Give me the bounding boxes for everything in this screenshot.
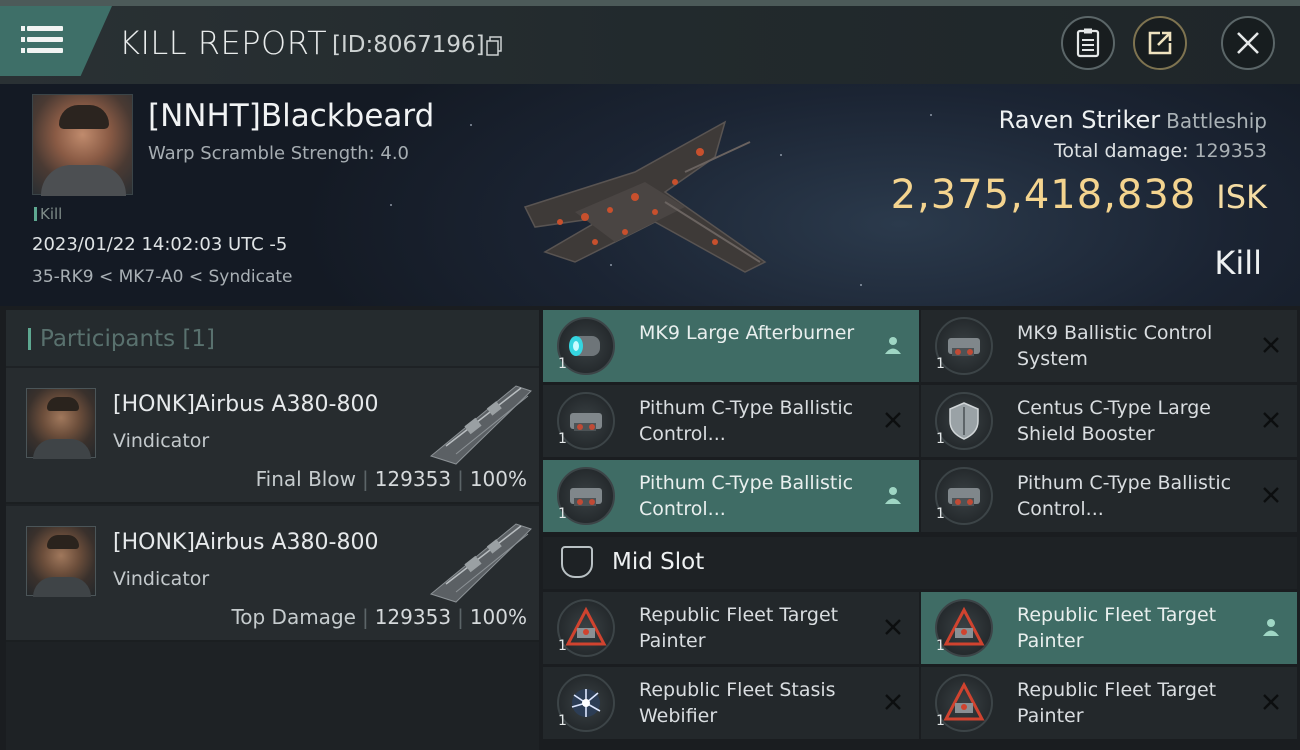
participant-portrait[interactable] — [26, 526, 96, 597]
participant-row[interactable]: [HONK]Airbus A380-800 Vindicator Top Dam… — [6, 506, 539, 642]
victim-ship-name: Raven Striker — [998, 106, 1161, 134]
report-icon — [1076, 28, 1100, 58]
close-icon — [1237, 32, 1259, 54]
destroyed-x-icon — [885, 619, 901, 635]
isk-amount: 2,375,418,838 — [890, 172, 1197, 218]
participants-count: [1] — [182, 326, 216, 352]
module-quantity: 1 — [558, 356, 567, 372]
module-name: Pithum C-Type Ballistic Control... — [639, 472, 854, 520]
destroyed-x-icon — [1263, 487, 1279, 503]
participant-ship-image — [429, 523, 532, 603]
destroyed-x-icon — [1263, 694, 1279, 710]
module-name: MK9 Ballistic Control System — [1017, 322, 1213, 370]
total-damage-label: Total damage: — [1054, 140, 1189, 162]
module-item[interactable]: 1 Pithum C-Type Ballistic Control... — [543, 385, 919, 457]
victim-ship[interactable]: Raven Striker Battleship — [999, 106, 1267, 134]
person-icon — [1263, 619, 1279, 636]
copy-icon[interactable] — [486, 36, 502, 56]
participant-percent: 100% — [469, 605, 527, 629]
module-name: Pithum C-Type Ballistic Control... — [1017, 472, 1232, 520]
destroyed-x-icon — [885, 412, 901, 428]
module-quantity: 1 — [936, 713, 945, 729]
share-button[interactable] — [1133, 16, 1187, 70]
module-item[interactable]: 1 Republic Fleet Stasis Webifier — [543, 667, 919, 739]
header-top-line — [0, 0, 1300, 6]
mid-slot-label: Mid Slot — [612, 549, 705, 575]
participant-ship-image — [429, 385, 532, 465]
module-item[interactable]: 1 Pithum C-Type Ballistic Control... — [921, 460, 1297, 532]
module-quantity: 1 — [936, 356, 945, 372]
module-quantity: 1 — [558, 506, 567, 522]
module-item[interactable]: 1 MK9 Ballistic Control System — [921, 310, 1297, 382]
module-item[interactable]: 1 MK9 Large Afterburner — [543, 310, 919, 382]
participants-header[interactable]: Participants [1] — [6, 310, 539, 366]
module-name: Republic Fleet Target Painter — [1017, 604, 1217, 652]
participant-ship: Vindicator — [113, 430, 210, 452]
module-quantity: 1 — [558, 431, 567, 447]
module-name: Republic Fleet Target Painter — [1017, 679, 1217, 727]
kill-location: 35-RK9 < MK7-A0 < Syndicate — [32, 267, 293, 287]
module-quantity: 1 — [936, 638, 945, 654]
header-bar: KILL REPORT [ID:8067196] — [0, 0, 1300, 84]
participant-percent: 100% — [469, 467, 527, 491]
module-quantity: 1 — [936, 431, 945, 447]
victim-ship-class: Battleship — [1166, 109, 1267, 133]
kill-result: Kill — [1214, 244, 1262, 282]
share-icon — [1148, 31, 1172, 55]
victim-portrait[interactable] — [32, 94, 133, 196]
module-item[interactable]: 1 Republic Fleet Target Painter — [921, 592, 1297, 664]
module-quantity: 1 — [558, 713, 567, 729]
destroyed-x-icon — [885, 694, 901, 710]
module-quantity: 1 — [936, 506, 945, 522]
module-quantity: 1 — [558, 638, 567, 654]
module-name: MK9 Large Afterburner — [639, 322, 855, 344]
mid-slot-header: Mid Slot — [543, 537, 1297, 589]
isk-unit: ISK — [1216, 178, 1267, 216]
total-damage: Total damage: 129353 — [1054, 140, 1267, 162]
victim-ship-image[interactable] — [515, 112, 785, 282]
module-name: Pithum C-Type Ballistic Control... — [639, 397, 854, 445]
participant-damage: 129353 — [374, 467, 452, 491]
participant-name: [HONK]Airbus A380-800 — [113, 392, 379, 417]
warp-scramble-strength: Warp Scramble Strength: 4.0 — [148, 143, 410, 164]
victim-pilot-name[interactable]: [NNHT]Blackbeard — [148, 98, 434, 134]
module-item[interactable]: 1 Pithum C-Type Ballistic Control... — [543, 460, 919, 532]
kill-tag-label: Kill — [40, 205, 63, 223]
participant-row[interactable]: [HONK]Airbus A380-800 Vindicator Final B… — [6, 368, 539, 504]
mid-slot-icon — [561, 546, 593, 578]
report-button[interactable] — [1061, 16, 1115, 70]
close-button[interactable] — [1221, 16, 1275, 70]
participants-title: Participants [1] — [40, 326, 216, 352]
page-title: KILL REPORT — [119, 24, 328, 62]
participant-role: Final Blow — [255, 467, 356, 491]
participant-stats: Final Blow | 129353 | 100% — [255, 467, 527, 491]
participant-portrait[interactable] — [26, 388, 96, 459]
module-name: Republic Fleet Target Painter — [639, 604, 839, 652]
participants-panel: Participants [1] [HONK]Airbus A380-800 V… — [6, 310, 539, 750]
kill-report-id: [ID:8067196] — [332, 32, 485, 58]
person-icon — [885, 487, 901, 504]
hamburger-menu-icon[interactable] — [0, 6, 112, 76]
module-item[interactable]: 1 Republic Fleet Target Painter — [543, 592, 919, 664]
participant-name: [HONK]Airbus A380-800 — [113, 530, 379, 555]
module-item[interactable]: 1 Centus C-Type Large Shield Booster — [921, 385, 1297, 457]
participant-role: Top Damage — [231, 605, 356, 629]
isk-value: 2,375,418,838 ISK — [891, 172, 1267, 218]
destroyed-x-icon — [1263, 412, 1279, 428]
kill-tag: Kill — [34, 205, 62, 223]
person-icon — [885, 337, 901, 354]
participant-damage: 129353 — [374, 605, 452, 629]
module-name: Republic Fleet Stasis Webifier — [639, 679, 836, 727]
participant-ship: Vindicator — [113, 568, 210, 590]
module-item[interactable]: 1 Republic Fleet Target Painter — [921, 667, 1297, 739]
destroyed-x-icon — [1263, 337, 1279, 353]
total-damage-value: 129353 — [1194, 140, 1267, 162]
participant-stats: Top Damage | 129353 | 100% — [231, 605, 527, 629]
kill-datetime: 2023/01/22 14:02:03 UTC -5 — [32, 234, 288, 255]
victim-summary: [NNHT]Blackbeard Warp Scramble Strength:… — [0, 84, 1300, 306]
module-name: Centus C-Type Large Shield Booster — [1017, 397, 1211, 445]
